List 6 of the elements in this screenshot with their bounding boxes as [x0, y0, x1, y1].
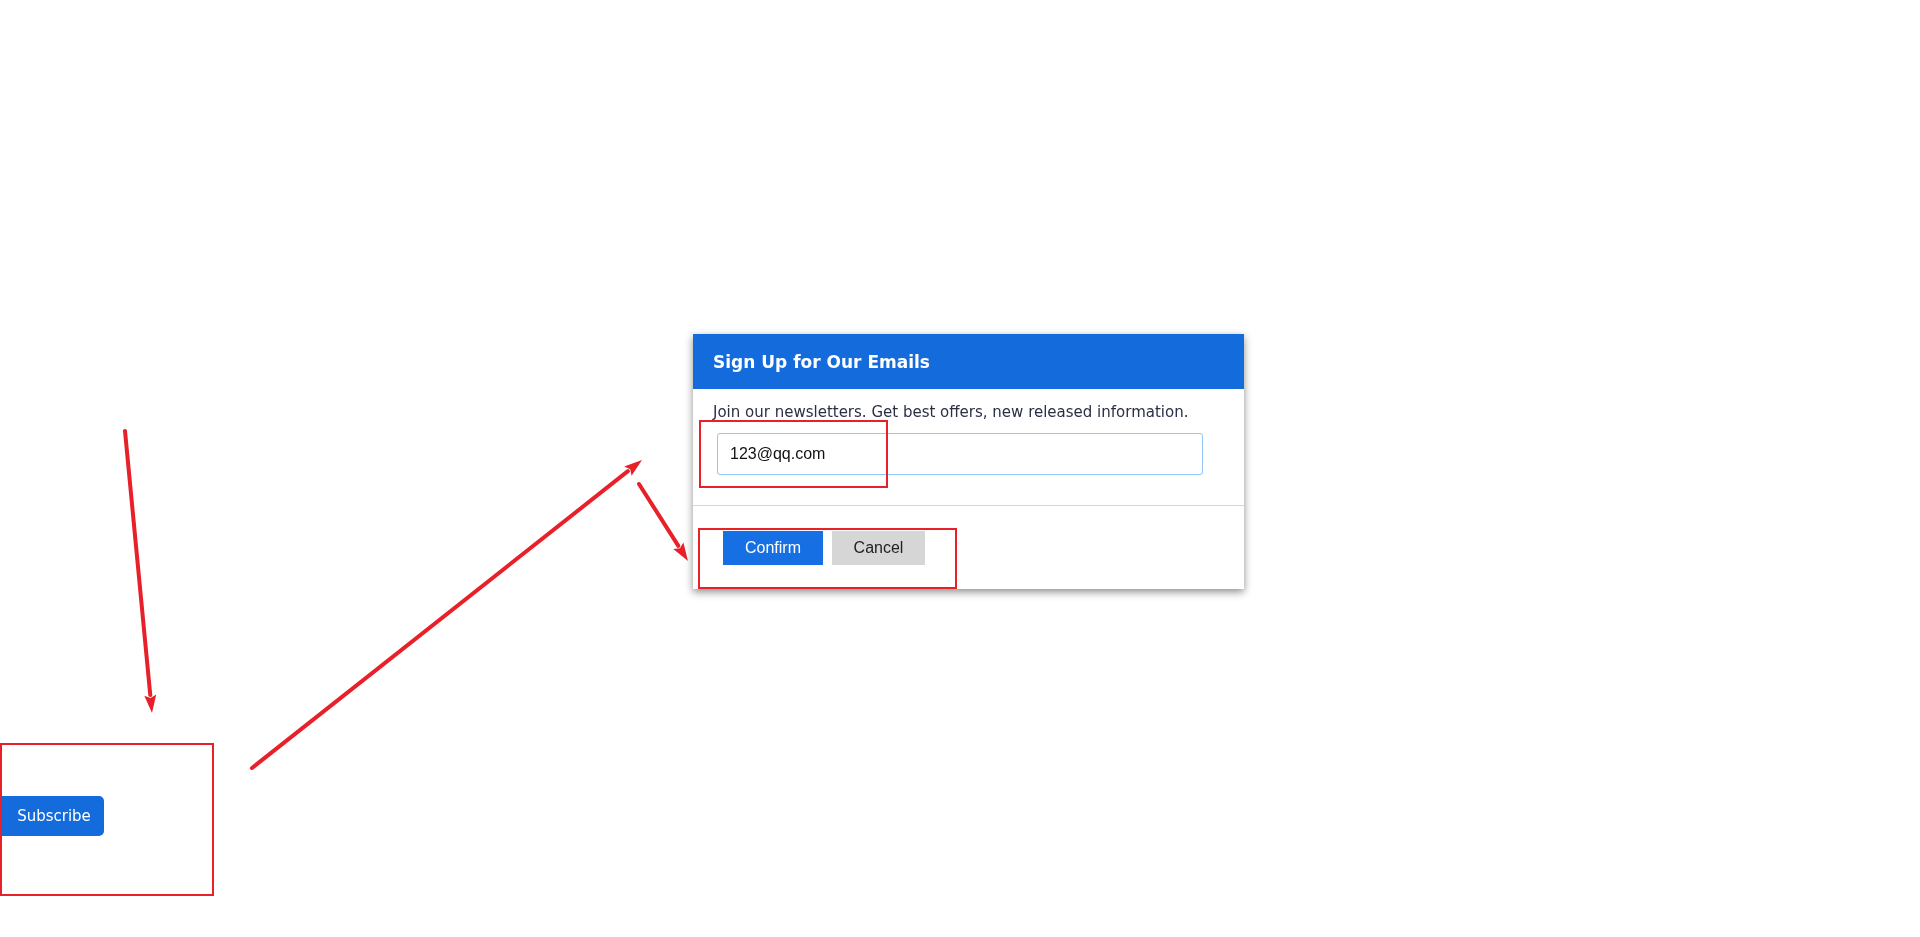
email-field[interactable]: 123@qq.com — [717, 433, 1203, 475]
subscribe-button[interactable]: Subscribe — [0, 796, 104, 836]
confirm-button[interactable]: Confirm — [723, 531, 823, 565]
dialog-description: Join our newsletters. Get best offers, new released information. — [713, 403, 1190, 421]
cancel-button[interactable]: Cancel — [832, 531, 925, 565]
dialog-title: Sign Up for Our Emails — [713, 351, 930, 372]
